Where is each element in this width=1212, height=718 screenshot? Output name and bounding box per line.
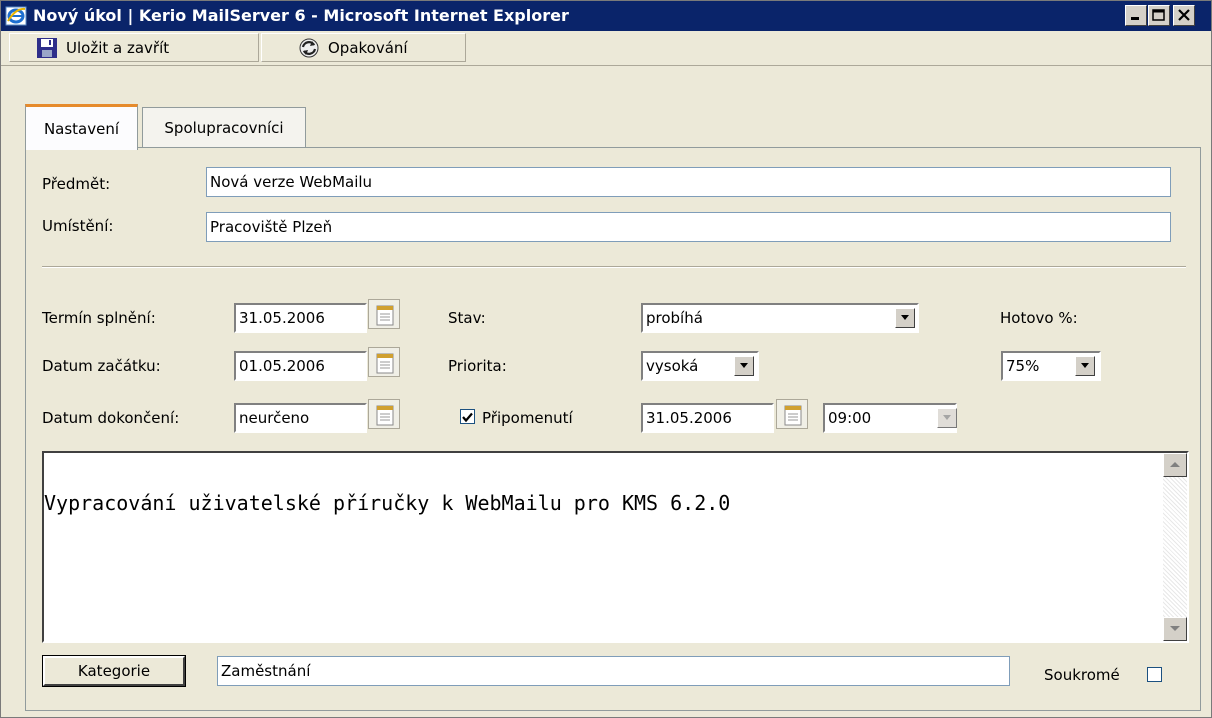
subject-label: Předmět: [42,175,111,193]
internet-explorer-icon [5,5,27,27]
category-input[interactable]: Zaměstnání [217,656,1010,686]
start-date-label: Datum začátku: [42,357,161,375]
chevron-down-icon [1081,363,1089,368]
reminder-time-dropdown-arrow[interactable] [937,408,957,428]
reminder-label: Připomenutí [482,409,573,427]
chevron-up-icon [1170,462,1180,467]
status-select[interactable]: probíhá [641,303,919,333]
window-title: Nový úkol | Kerio MailServer 6 - Microso… [33,6,569,25]
priority-dropdown-arrow[interactable] [734,356,754,376]
subject-input[interactable]: Nová verze WebMailu [206,167,1171,197]
category-button[interactable]: Kategorie [43,656,185,686]
tab-collaborators-label: Spolupracovníci [164,118,284,137]
calendar-icon [784,405,802,426]
description-textarea[interactable]: Vypracování uživatelské příručky k WebMa… [42,451,1189,643]
done-percent-label: Hotovo %: [1000,309,1078,327]
private-checkbox[interactable] [1147,667,1162,682]
status-label: Stav: [448,309,486,327]
floppy-disk-icon [36,37,58,59]
due-date-calendar-button[interactable] [368,299,400,329]
minimize-button[interactable] [1125,5,1147,26]
status-dropdown-arrow[interactable] [895,308,915,328]
priority-label: Priorita: [448,357,507,375]
scroll-down-button[interactable] [1163,617,1187,641]
tab-collaborators[interactable]: Spolupracovníci [142,107,306,148]
start-date-input[interactable]: 01.05.2006 [234,351,367,381]
calendar-icon [376,305,394,326]
refresh-icon [298,37,320,59]
tab-settings-label: Nastavení [43,119,120,138]
reminder-date-input[interactable]: 31.05.2006 [641,403,774,433]
description-text: Vypracování uživatelské příručky k WebMa… [44,491,731,515]
category-button-label: Kategorie [77,662,151,680]
separator [42,266,1186,268]
repeat-button[interactable]: Opakování [261,33,466,62]
checkmark-icon [462,412,473,423]
repeat-label: Opakování [328,38,408,57]
save-close-label: Uložit a zavřít [66,38,170,57]
private-label: Soukromé [1044,666,1120,684]
chevron-down-icon [943,415,951,420]
chevron-down-icon [1170,626,1180,631]
maximize-button[interactable] [1148,5,1170,26]
completed-date-calendar-button[interactable] [368,399,400,429]
close-button[interactable] [1173,5,1195,26]
save-close-button[interactable]: Uložit a zavřít [9,33,259,62]
reminder-checkbox[interactable] [460,409,475,424]
toolbar: Uložit a zavřít Opakování [1,31,1211,66]
scroll-up-button[interactable] [1163,453,1187,477]
browser-window: Nový úkol | Kerio MailServer 6 - Microso… [0,0,1212,718]
chevron-down-icon [901,315,909,320]
calendar-icon [376,405,394,426]
location-input[interactable]: Pracoviště Plzeň [206,212,1171,242]
completed-date-input[interactable]: neurčeno [234,403,367,433]
due-date-label: Termín splnění: [42,309,156,327]
done-percent-dropdown-arrow[interactable] [1075,356,1095,376]
completed-date-label: Datum dokončení: [42,409,180,427]
due-date-input[interactable]: 31.05.2006 [234,303,367,333]
reminder-date-calendar-button[interactable] [776,399,808,429]
calendar-icon [376,353,394,374]
start-date-calendar-button[interactable] [368,347,400,377]
chevron-down-icon [740,363,748,368]
vertical-scrollbar[interactable] [1163,453,1187,641]
tab-settings[interactable]: Nastavení [25,104,138,150]
location-label: Umístění: [42,217,114,235]
title-bar: Nový úkol | Kerio MailServer 6 - Microso… [1,1,1211,31]
